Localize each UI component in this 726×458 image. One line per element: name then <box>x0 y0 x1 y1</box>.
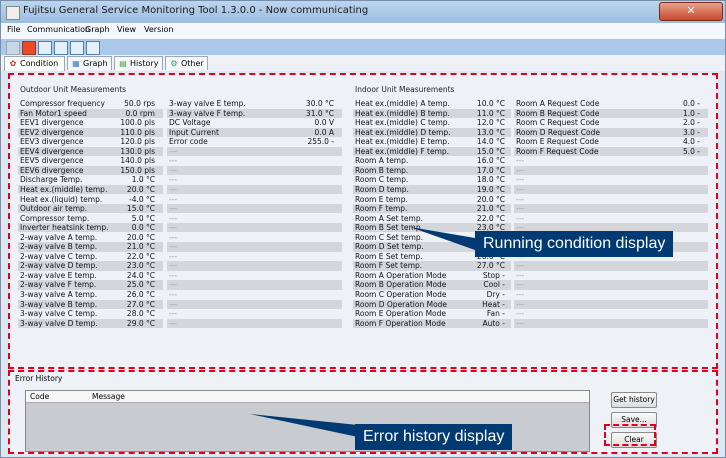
error-pointer <box>250 414 358 437</box>
callout-pointers <box>250 227 475 437</box>
running-pointer <box>410 227 475 250</box>
running-condition-callout: Running condition display <box>475 231 674 257</box>
error-history-callout: Error history display <box>355 424 513 450</box>
